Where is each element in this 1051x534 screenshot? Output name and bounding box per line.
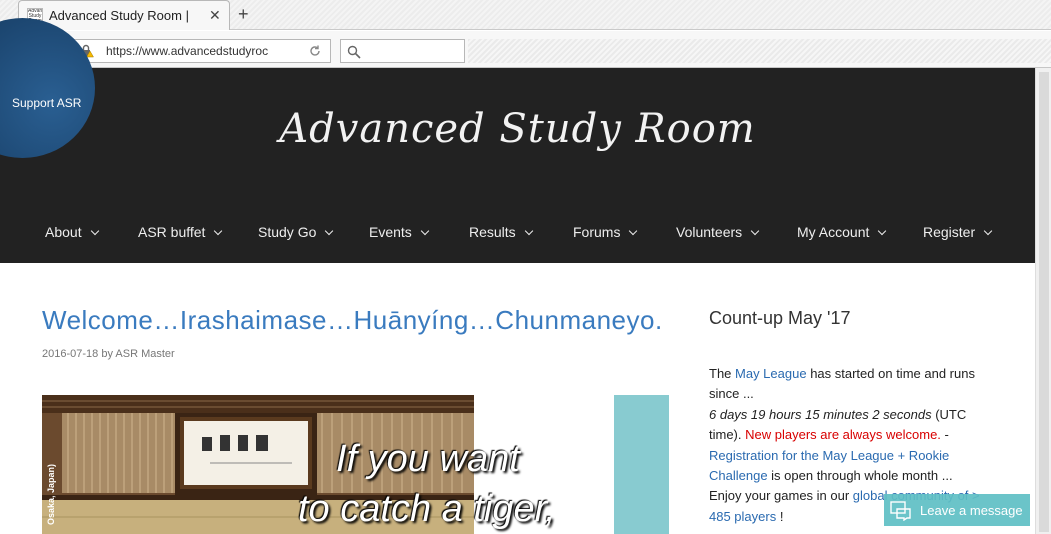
url-text[interactable]: https://www.advancedstudyroc [106,44,276,58]
toolbar-blank-area [468,39,1051,63]
menu-item-label: Register [923,224,976,240]
widget-text: Enjoy your games in our [709,488,853,504]
page-scrollbar[interactable] [1035,68,1051,534]
menu-item-label: Forums [573,224,621,240]
main-menu: About ASR buffet Study Go Events Results… [0,218,1035,248]
widget-text: is open through whole month ... [767,468,953,484]
menu-item-about[interactable]: About [45,224,99,240]
tab-close-icon[interactable]: ✕ [209,7,221,23]
chat-icon [890,501,911,521]
search-icon [347,45,361,59]
menu-item-forums[interactable]: Forums [573,224,638,240]
browser-tab-bar: Advanced Study Room Advanced Study Room … [0,0,1051,30]
menu-item-label: My Account [797,224,870,240]
menu-item-study-go[interactable]: Study Go [258,224,334,240]
chevron-down-icon [325,226,334,236]
menu-item-label: Volunteers [676,224,743,240]
post-by: by [101,348,113,360]
new-players-notice: New players are always welcome. [745,427,941,443]
site-title[interactable]: Advanced Study Room [0,106,1035,152]
chevron-down-icon [629,226,638,236]
menu-item-label: About [45,224,82,240]
countup-timer: 6 days 19 hours 15 minutes 2 seconds [709,406,932,422]
widget-text: The [709,366,736,381]
menu-item-asr-buffet[interactable]: ASR buffet [138,224,223,240]
search-input[interactable] [340,39,465,63]
chevron-down-icon [214,226,223,236]
leave-message-label: Leave a message [920,503,1023,518]
menu-item-results[interactable]: Results [469,224,533,240]
post-title[interactable]: Welcome…Irashaimase…Huānyíng…Chunmaneyo. [42,305,663,336]
image-side-panel [614,395,669,534]
new-tab-icon[interactable]: + [238,4,249,24]
leave-message-button[interactable]: Leave a message [884,494,1030,526]
chevron-down-icon [878,226,887,236]
menu-item-label: ASR buffet [138,224,206,240]
image-side-caption: Osaka, Japan) [46,463,56,525]
chevron-down-icon [524,226,533,236]
chevron-down-icon [90,226,99,236]
browser-nav-bar: https://www.advancedstudyroc [0,31,1051,68]
widget-title: Count-up May '17 [709,308,851,328]
menu-item-register[interactable]: Register [923,224,993,240]
reload-icon[interactable] [308,44,322,58]
menu-item-events[interactable]: Events [369,224,430,240]
image-overlay-line-1: If you want [336,438,520,480]
tab-title: Advanced Study Room | [49,8,189,23]
widget-text: ! [776,508,784,524]
scrollbar-thumb[interactable] [1039,72,1049,532]
menu-item-volunteers[interactable]: Volunteers [676,224,760,240]
post-meta: 2016-07-18 by ASR Master [42,348,175,360]
chevron-down-icon [420,226,430,236]
chevron-down-icon [983,226,993,236]
widget-text: - [940,427,949,443]
may-league-link[interactable]: May League [735,366,807,381]
image-overlay-line-2: to catch a tiger, [298,488,556,530]
menu-item-label: Results [469,224,516,240]
menu-item-label: Study Go [258,224,317,240]
post-date[interactable]: 2016-07-18 [42,348,98,360]
site-header: Support ASR Advanced Study Room About AS… [0,18,1035,263]
menu-item-my-account[interactable]: My Account [797,224,887,240]
post-author[interactable]: ASR Master [115,348,174,360]
chevron-down-icon [750,226,760,236]
menu-item-label: Events [369,224,412,240]
